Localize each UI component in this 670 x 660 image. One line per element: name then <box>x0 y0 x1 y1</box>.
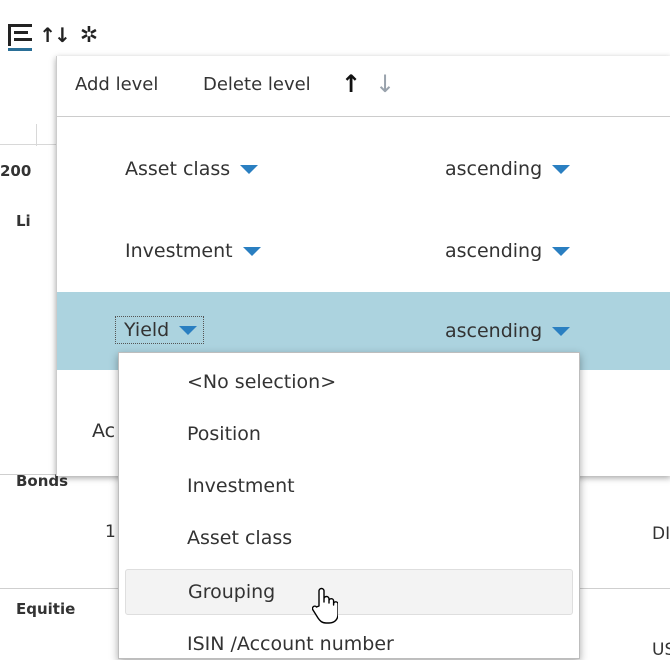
row-label-fragment: Li <box>16 212 31 230</box>
move-level-down-icon[interactable]: ↓ <box>375 70 395 98</box>
dropdown-option[interactable]: Position <box>125 411 573 457</box>
year-column-fragment: 200 <box>0 162 32 180</box>
sort-level-row: Asset class ascending <box>57 132 670 210</box>
add-level-link-fragment[interactable]: Ac <box>92 420 115 442</box>
top-cut-row <box>0 0 670 4</box>
bonds-right-fragment: DI <box>652 524 670 544</box>
delete-level-button[interactable]: Delete level <box>203 74 311 95</box>
sort-field-value: Yield <box>124 319 170 341</box>
chevron-down-icon <box>240 164 259 174</box>
sort-field-value: Investment <box>125 240 233 262</box>
move-level-up-icon[interactable]: ↑ <box>341 70 361 98</box>
dropdown-option[interactable]: Asset class <box>125 515 573 561</box>
sort-order-select[interactable]: ascending <box>445 158 571 180</box>
chevron-down-icon <box>552 326 571 336</box>
sort-order-value: ascending <box>445 240 543 262</box>
sort-order-select[interactable]: ascending <box>445 320 571 342</box>
sort-order-value: ascending <box>445 320 543 342</box>
sort-order-value: ascending <box>445 158 543 180</box>
sort-field-select[interactable]: Asset class <box>125 158 259 180</box>
dropdown-option[interactable]: Investment <box>125 463 573 509</box>
sort-level-row: Investment ascending <box>57 214 670 292</box>
equities-group-label: Equitie <box>16 600 76 618</box>
dropdown-option[interactable]: <No selection> <box>125 359 573 405</box>
add-level-button[interactable]: Add level <box>75 74 158 95</box>
chevron-down-icon <box>552 164 571 174</box>
chevron-down-icon <box>552 246 571 256</box>
gear-icon[interactable]: ✲ <box>76 22 102 48</box>
sort-order-select[interactable]: ascending <box>445 240 571 262</box>
grid-line <box>36 124 37 146</box>
dropdown-option[interactable]: ISIN /Account number <box>125 621 573 658</box>
sort-field-select[interactable]: Investment <box>125 240 261 262</box>
chevron-down-icon <box>242 246 261 256</box>
tree-view-icon[interactable] <box>8 22 32 48</box>
hand-pointer-icon <box>311 586 339 628</box>
sort-field-select[interactable]: Yield <box>115 316 205 344</box>
chevron-down-icon <box>179 325 198 335</box>
sort-icon[interactable]: ↑↓ <box>34 22 74 48</box>
sort-field-dropdown: <No selection> Position Investment Asset… <box>118 352 580 659</box>
sort-panel-toolbar: Add level Delete level ↑ ↓ <box>57 56 670 117</box>
dropdown-option-hovered[interactable]: Grouping <box>125 569 573 615</box>
grid-line <box>0 144 56 145</box>
bonds-count: 1 <box>105 522 116 542</box>
sort-field-value: Asset class <box>125 158 231 180</box>
equities-right-fragment: US <box>652 640 670 660</box>
tree-view-active-underline <box>8 48 32 51</box>
